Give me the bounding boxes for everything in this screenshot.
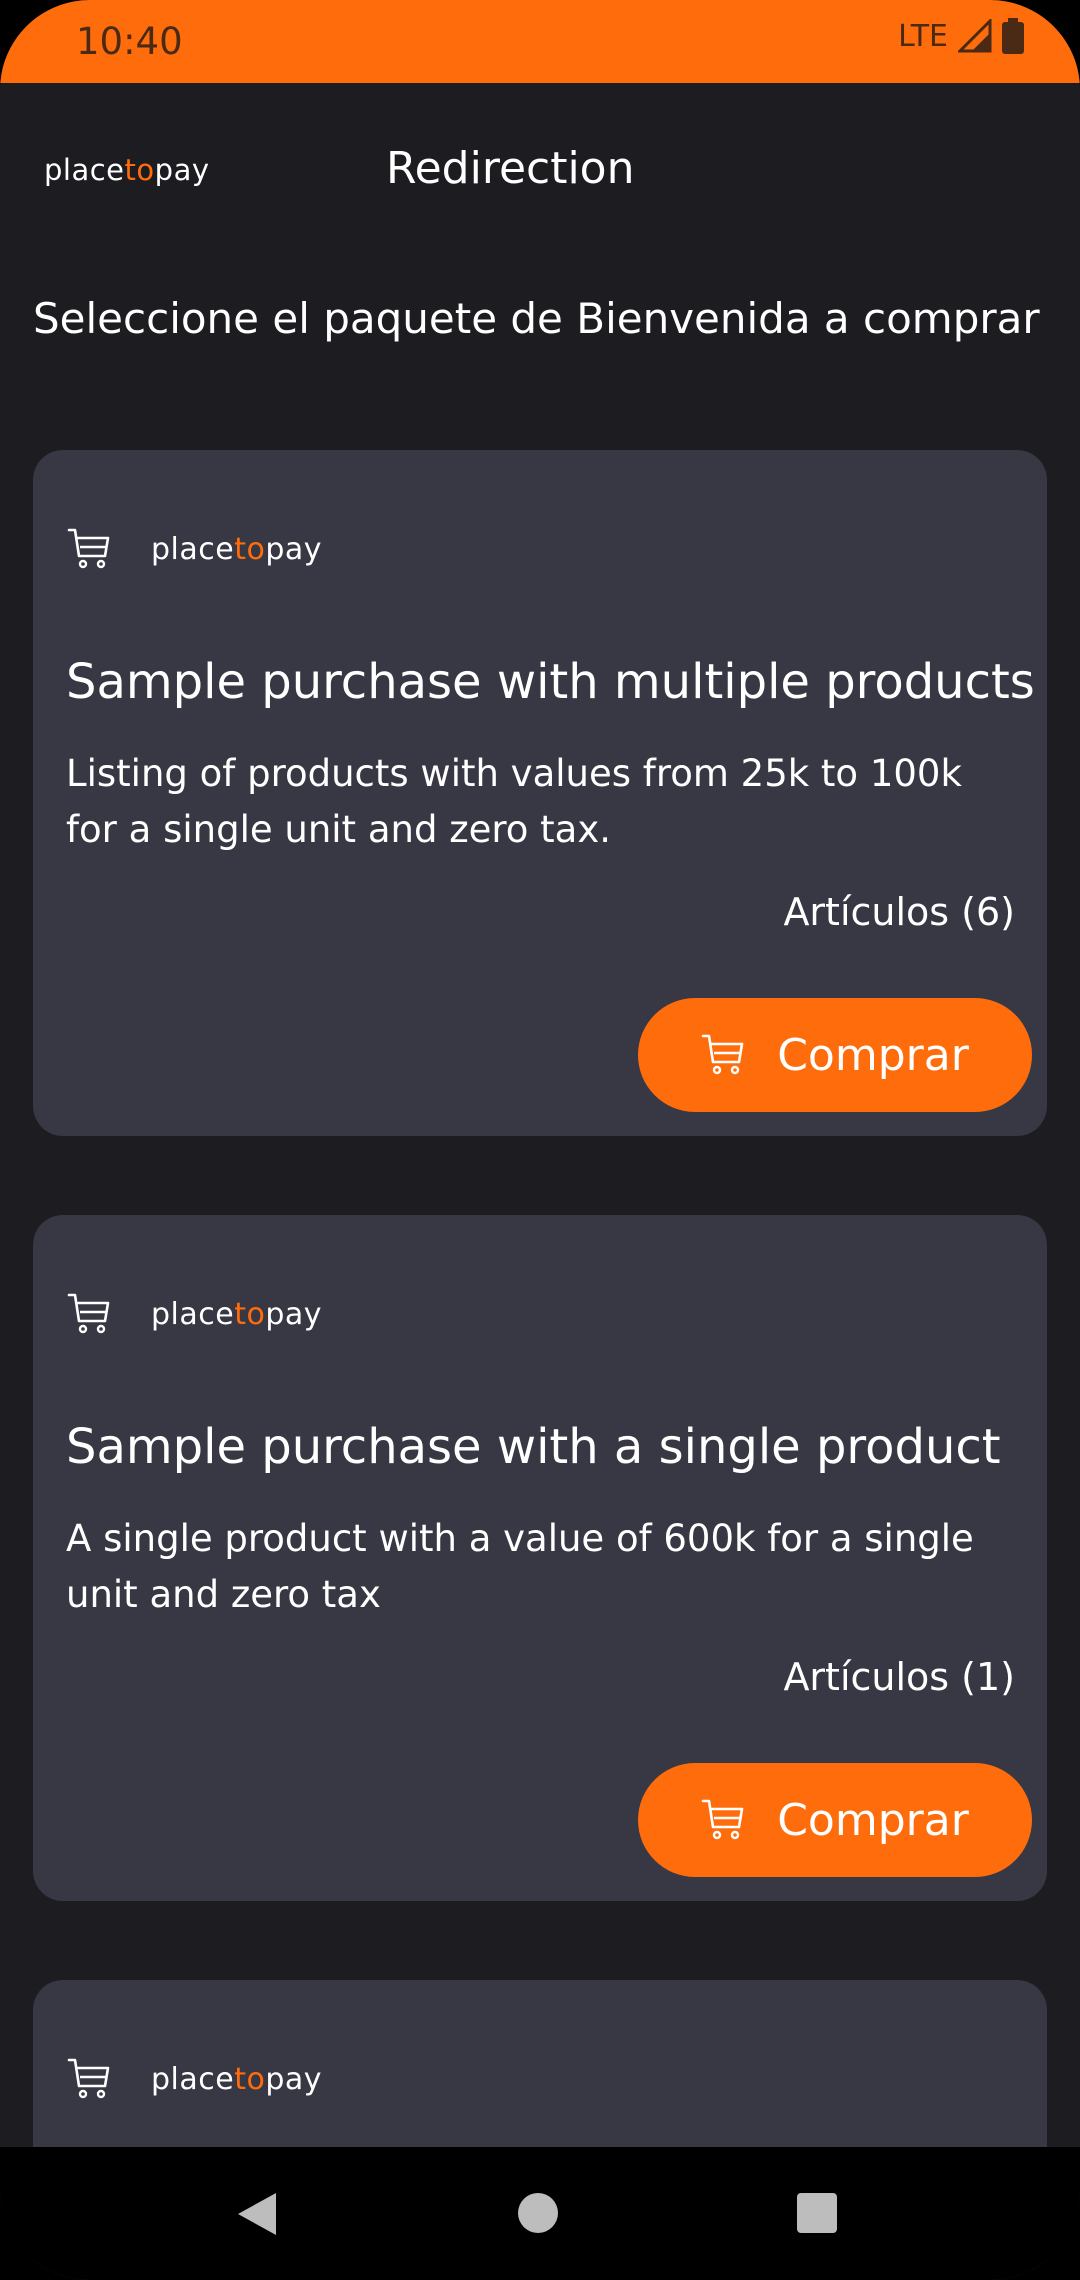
logo-text-pay: pay xyxy=(154,153,210,187)
card-header: placetopay xyxy=(67,2056,322,2102)
battery-icon xyxy=(1002,18,1024,54)
home-icon[interactable] xyxy=(518,2193,558,2233)
card-description: A single product with a value of 600k fo… xyxy=(66,1517,974,1616)
card-title: Sample purchase with a single product xyxy=(66,1419,1001,1475)
cart-icon xyxy=(67,1293,110,1334)
card-description: Listing of products with values from 25k… xyxy=(66,752,962,851)
recent-apps-icon[interactable] xyxy=(797,2193,837,2233)
signal-icon xyxy=(958,19,992,53)
page-heading: Seleccione el paquete de Bienvenida a co… xyxy=(33,294,1040,343)
buy-button[interactable]: Comprar xyxy=(638,998,1032,1112)
phone-screen: 10:40 LTE placetopay Redirection Selecci… xyxy=(0,0,1080,2280)
cart-icon xyxy=(701,1799,744,1840)
cart-icon xyxy=(701,1034,744,1075)
card-brand-logo: placetopay xyxy=(151,1296,323,1332)
cart-icon xyxy=(67,528,110,569)
card-brand-logo: placetopay xyxy=(151,2061,323,2097)
logo-text-to: to xyxy=(124,153,155,187)
app-title: Redirection xyxy=(386,143,635,194)
network-type: LTE xyxy=(898,18,948,54)
buy-button-label: Comprar xyxy=(777,1029,969,1081)
package-card: placetopay Sample purchase with a single… xyxy=(33,1215,1047,1901)
items-count: Artículos (1) xyxy=(783,1655,1015,1699)
status-time: 10:40 xyxy=(76,20,183,63)
buy-button-label: Comprar xyxy=(777,1794,969,1846)
card-header: placetopay xyxy=(67,1291,322,1337)
navigation-bar xyxy=(0,2147,1080,2280)
status-bar: 10:40 LTE xyxy=(0,0,1080,83)
app-bar: placetopay Redirection xyxy=(0,83,1080,263)
status-icons: LTE xyxy=(898,18,1024,54)
card-header: placetopay xyxy=(67,526,322,572)
buy-button[interactable]: Comprar xyxy=(638,1763,1032,1877)
items-count: Artículos (6) xyxy=(783,890,1015,934)
cart-icon xyxy=(67,2058,110,2099)
card-brand-logo: placetopay xyxy=(151,531,323,567)
logo-text-place: place xyxy=(44,153,125,187)
placetopay-logo: placetopay xyxy=(44,153,210,187)
back-icon[interactable] xyxy=(236,2191,278,2241)
package-card: placetopay Sample purchase with multiple… xyxy=(33,450,1047,1136)
card-title: Sample purchase with multiple products xyxy=(66,654,1035,710)
